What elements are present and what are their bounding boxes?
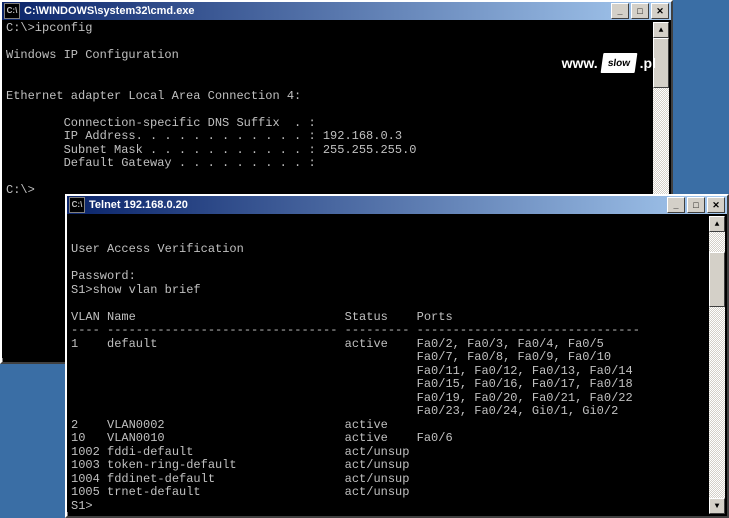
telnet-terminal-output[interactable]: User Access Verification Password: S1>sh… [67, 214, 711, 512]
close-button[interactable]: ✕ [651, 3, 669, 19]
minimize-button[interactable]: _ [667, 197, 685, 213]
telnet-scrollbar[interactable]: ▲ ▼ [709, 216, 725, 514]
telnet-window: C:\ Telnet 192.168.0.20 _ □ ✕ User Acces… [65, 194, 729, 518]
cmd-titlebar[interactable]: C:\ C:\WINDOWS\system32\cmd.exe _ □ ✕ [2, 2, 671, 20]
scroll-thumb[interactable] [653, 38, 669, 88]
scroll-thumb[interactable] [709, 252, 725, 307]
scroll-up-button[interactable]: ▲ [709, 216, 725, 232]
cmd-icon: C:\ [4, 3, 20, 19]
scroll-up-button[interactable]: ▲ [653, 22, 669, 38]
telnet-window-title: Telnet 192.168.0.20 [89, 199, 665, 211]
maximize-button[interactable]: □ [631, 3, 649, 19]
cmd-window-buttons: _ □ ✕ [609, 3, 669, 19]
telnet-window-buttons: _ □ ✕ [665, 197, 725, 213]
scroll-track[interactable] [709, 232, 725, 498]
minimize-button[interactable]: _ [611, 3, 629, 19]
close-button[interactable]: ✕ [707, 197, 725, 213]
telnet-titlebar[interactable]: C:\ Telnet 192.168.0.20 _ □ ✕ [67, 196, 727, 214]
maximize-button[interactable]: □ [687, 197, 705, 213]
cmd-icon: C:\ [69, 197, 85, 213]
cmd-window-title: C:\WINDOWS\system32\cmd.exe [24, 5, 609, 17]
scroll-down-button[interactable]: ▼ [709, 498, 725, 514]
